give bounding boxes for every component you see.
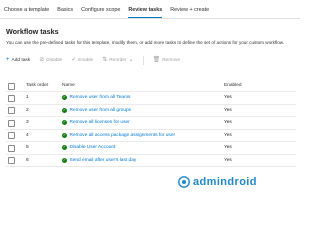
enabled-cell: Yes: [224, 120, 232, 125]
enable-label: Enable: [78, 57, 94, 63]
success-check-icon: ✓: [62, 120, 67, 125]
chevron-down-icon: ⌄: [128, 57, 134, 63]
task-link[interactable]: Remove all access package assignments fo…: [70, 133, 176, 138]
header-enabled[interactable]: Enabled: [224, 83, 242, 88]
task-name-cell: ✓ Remove all access package assignments …: [62, 132, 176, 138]
tab-review-tasks[interactable]: Review tasks: [124, 7, 166, 18]
check-icon: ✓: [71, 57, 77, 63]
enabled-cell: Yes: [224, 107, 232, 113]
task-name-cell: ✓ Remove user from all Teams: [62, 95, 130, 100]
toolbar-divider: [142, 55, 144, 65]
table-row: 6 ✓ Send email after user's last day Yes: [6, 155, 296, 167]
tab-configure-scope[interactable]: Configure scope: [77, 7, 124, 18]
table-header-row: Task order Name Enabled: [6, 80, 296, 92]
plus-icon: +: [6, 57, 10, 63]
add-task-button[interactable]: + Add task: [6, 57, 30, 63]
disable-button[interactable]: ⊘ Disable: [39, 57, 62, 63]
task-link[interactable]: Remove user from all Teams: [70, 95, 131, 100]
row-checkbox[interactable]: [8, 157, 15, 164]
tab-basics[interactable]: Basics: [53, 7, 77, 18]
disable-icon: ⊘: [39, 57, 45, 63]
watermark: admindroid: [178, 176, 257, 188]
success-check-icon: ✓: [62, 132, 67, 138]
task-order-cell: 1: [26, 95, 29, 100]
enabled-cell: Yes: [224, 157, 232, 163]
section-title: Workflow tasks: [6, 27, 59, 36]
table-row: 3 ✓ Remove all licenses for user Yes: [6, 117, 296, 130]
task-order-cell: 3: [26, 120, 29, 125]
task-toolbar: + Add task ⊘ Disable ✓ Enable ⇅ Reorder …: [6, 55, 180, 65]
enable-button[interactable]: ✓ Enable: [71, 57, 93, 63]
disable-label: Disable: [46, 57, 63, 63]
task-name-cell: ✓ Remove all licenses for user: [62, 120, 130, 125]
remove-button[interactable]: 🗑 Remove: [153, 57, 181, 63]
enabled-cell: Yes: [224, 145, 232, 150]
success-check-icon: ✓: [62, 107, 67, 113]
wizard-tabs: Choose a template Basics Configure scope…: [0, 0, 300, 19]
task-name-cell: ✓ Disable User Account: [62, 145, 115, 150]
success-check-icon: ✓: [62, 157, 67, 163]
task-link[interactable]: Send email after user's last day: [70, 158, 137, 163]
add-task-label: Add task: [11, 57, 31, 63]
task-link[interactable]: Remove user from all groups: [70, 108, 132, 113]
trash-icon: 🗑: [152, 57, 161, 63]
header-name[interactable]: Name: [62, 83, 75, 88]
table-row: 5 ✓ Disable User Account Yes: [6, 142, 296, 155]
watermark-text: admindroid: [193, 176, 257, 188]
tasks-table: Task order Name Enabled 1 ✓ Remove user …: [6, 80, 296, 167]
remove-label: Remove: [162, 57, 181, 63]
select-all-checkbox[interactable]: [8, 82, 15, 90]
reorder-icon: ⇅: [102, 57, 108, 63]
task-link[interactable]: Disable User Account: [70, 145, 116, 150]
task-link[interactable]: Remove all licenses for user: [70, 120, 130, 125]
row-checkbox[interactable]: [8, 107, 15, 114]
reorder-label: Reorder: [109, 57, 127, 63]
table-row: 2 ✓ Remove user from all groups Yes: [6, 105, 296, 117]
task-name-cell: ✓ Send email after user's last day: [62, 157, 137, 163]
admindroid-logo-icon: [178, 176, 190, 188]
row-checkbox[interactable]: [8, 119, 15, 127]
row-checkbox[interactable]: [8, 94, 15, 102]
task-name-cell: ✓ Remove user from all groups: [62, 107, 132, 113]
task-order-cell: 6: [26, 157, 29, 163]
section-description: You can use the pre-defined tasks for th…: [6, 40, 285, 45]
tab-choose-template[interactable]: Choose a template: [0, 7, 53, 18]
success-check-icon: ✓: [62, 145, 67, 150]
success-check-icon: ✓: [62, 95, 67, 100]
task-order-cell: 2: [26, 107, 29, 113]
row-checkbox[interactable]: [8, 144, 15, 152]
enabled-cell: Yes: [224, 132, 232, 138]
task-order-cell: 5: [26, 145, 29, 150]
task-order-cell: 4: [26, 132, 29, 138]
enabled-cell: Yes: [224, 95, 232, 100]
reorder-button[interactable]: ⇅ Reorder ⌄: [102, 57, 133, 63]
table-row: 4 ✓ Remove all access package assignment…: [6, 130, 296, 142]
tab-review-create[interactable]: Review + create: [166, 7, 213, 18]
header-task-order[interactable]: Task order: [26, 83, 48, 88]
row-checkbox[interactable]: [8, 132, 15, 139]
table-row: 1 ✓ Remove user from all Teams Yes: [6, 92, 296, 105]
